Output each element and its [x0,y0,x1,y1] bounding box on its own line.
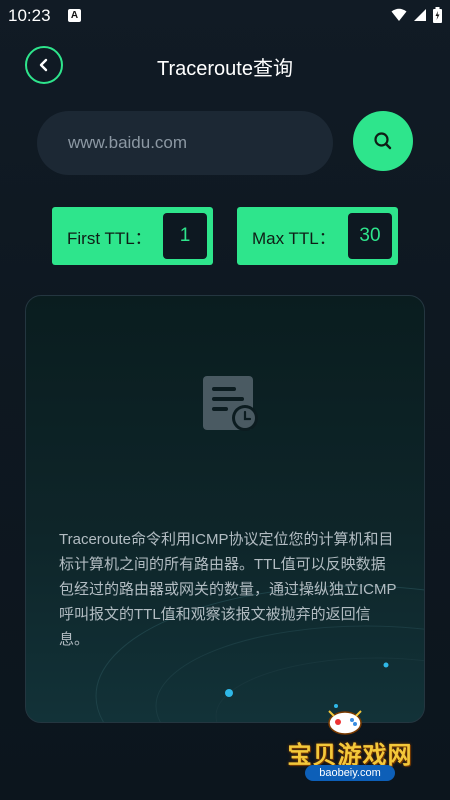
battery-icon [433,7,442,23]
search-button[interactable] [353,111,413,171]
max-ttl-label: Max TTL： [252,228,336,248]
first-ttl-setting: First TTL： 1 [52,207,213,265]
orbit-decoration [95,585,424,722]
max-ttl-setting: Max TTL： 30 [237,207,398,265]
result-panel: Traceroute命令利用ICMP协议定位您的计算机和目标计算机之间的所有路由… [25,295,425,723]
status-time: 10:23 [8,6,51,25]
max-ttl-input[interactable]: 30 [348,213,392,259]
gamepad-mascot-icon [328,710,362,735]
site-watermark: 宝贝游戏网 baobeiy.com [275,705,425,785]
wifi-icon [391,8,407,21]
page-title: Traceroute查询 [157,58,293,80]
first-ttl-input[interactable]: 1 [163,213,207,259]
search-icon [374,132,392,150]
notification-a-icon: A [68,9,81,22]
domain-input[interactable]: www.baidu.com [37,111,333,175]
document-clock-icon [203,376,258,431]
signal-icon [414,9,426,21]
status-bar: 10:23 A [0,0,450,32]
first-ttl-label: First TTL： [67,228,152,248]
watermark-url: baobeiy.com [305,765,395,781]
traceroute-description: Traceroute命令利用ICMP协议定位您的计算机和目标计算机之间的所有路由… [59,531,397,648]
status-icons [391,7,442,23]
app-screen: 10:23 A Traceroute查询 www.baidu.com First… [0,0,450,800]
